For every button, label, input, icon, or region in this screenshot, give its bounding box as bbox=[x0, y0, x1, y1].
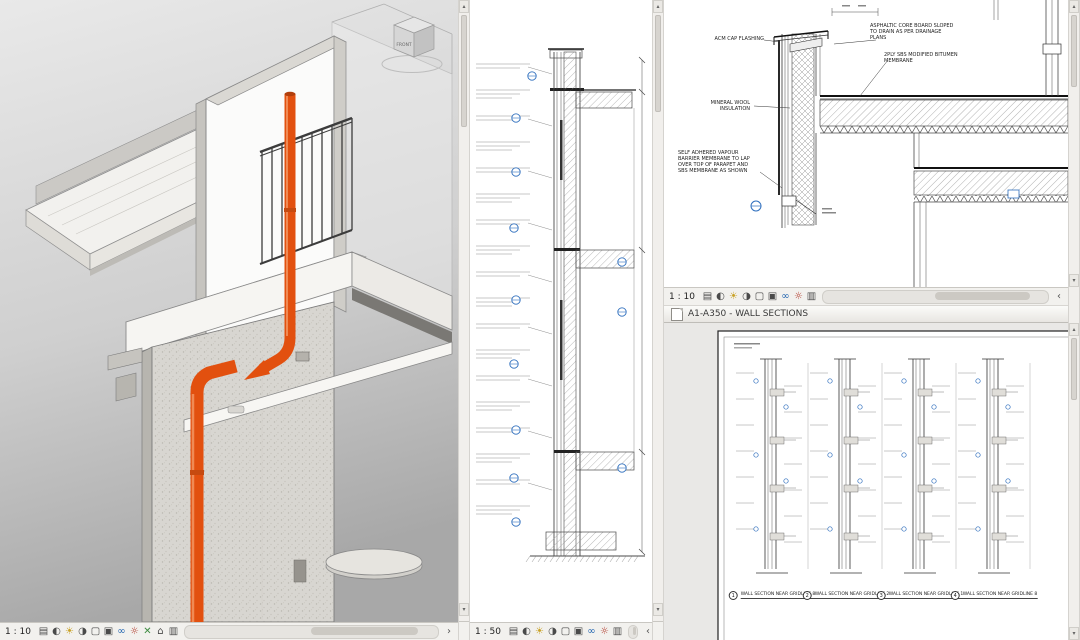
detail-number-tag: 4 bbox=[951, 591, 960, 600]
horizontal-scrollbar-thumb[interactable] bbox=[633, 627, 636, 635]
scrollbar-thumb[interactable] bbox=[655, 15, 661, 112]
vertical-scrollbar-3[interactable]: ▴ ▾ ▴ ▾ bbox=[1068, 0, 1080, 640]
temporary-hide-icon[interactable]: ∞ bbox=[585, 624, 598, 640]
scrollbar-thumb[interactable] bbox=[1071, 338, 1077, 400]
temporary-hide-icon[interactable]: ∞ bbox=[779, 289, 792, 305]
horizontal-scrollbar[interactable] bbox=[628, 625, 638, 639]
sheet-tab-title[interactable]: A1-A350 - WALL SECTIONS bbox=[688, 309, 808, 319]
crop-region-icon[interactable]: ▣ bbox=[572, 624, 585, 640]
detail-level-icon[interactable]: ▤ bbox=[37, 624, 50, 640]
sun-path-icon[interactable]: ☀ bbox=[63, 624, 76, 640]
3d-view-panel[interactable]: FRONT 1 : 10 ▤◐☀◑▢▣∞☼✕⌂▥ › bbox=[0, 0, 458, 640]
view-control-bar-3d: 1 : 10 ▤◐☀◑▢▣∞☼✕⌂▥ › bbox=[0, 622, 458, 640]
shadows-icon[interactable]: ◑ bbox=[740, 289, 753, 305]
horizontal-scrollbar-thumb[interactable] bbox=[311, 627, 417, 635]
sun-path-icon[interactable]: ☀ bbox=[727, 289, 740, 305]
visual-style-icon[interactable]: ◐ bbox=[714, 289, 727, 305]
detail-number-tag: 2 bbox=[803, 591, 812, 600]
detail-level-icon[interactable]: ▤ bbox=[701, 289, 714, 305]
wall-section-drawing bbox=[470, 0, 652, 622]
detail-level-icon[interactable]: ▤ bbox=[507, 624, 520, 640]
view-properties-icon[interactable]: ▥ bbox=[167, 624, 180, 640]
detail-number-tag: 1 bbox=[729, 591, 738, 600]
sheet-section-label[interactable]: 4WALL SECTION NEAR GRIDLINE 8 bbox=[951, 591, 1038, 600]
revit-workspace: FRONT 1 : 10 ▤◐☀◑▢▣∞☼✕⌂▥ › ▴ ▾ bbox=[0, 0, 1080, 640]
horizontal-scrollbar[interactable] bbox=[822, 290, 1049, 304]
scroll-down-button[interactable]: ▾ bbox=[1069, 274, 1079, 287]
view-control-icons: ▤◐☀◑▢▣∞☼✕⌂▥ bbox=[37, 624, 180, 640]
scrollbar-corner bbox=[459, 621, 469, 640]
detail-annotation-2: ASPHALTIC CORE BOARD SLOPED TO DRAIN AS … bbox=[870, 23, 954, 41]
3d-model-drawing: FRONT bbox=[0, 0, 458, 622]
view-control-icons: ▤◐☀◑▢▣∞☼▥ bbox=[701, 289, 818, 305]
crop-view-icon[interactable]: ▢ bbox=[559, 624, 572, 640]
analytical-model-icon[interactable]: ⌂ bbox=[154, 624, 167, 640]
shadows-icon[interactable]: ◑ bbox=[546, 624, 559, 640]
scrollbar-thumb[interactable] bbox=[461, 15, 467, 127]
scroll-down-button[interactable]: ▾ bbox=[653, 603, 663, 616]
detail-number-tag: 3 bbox=[877, 591, 886, 600]
view-control-bar-section: 1 : 50 ▤◐☀◑▢▣∞☼▥ ‹ bbox=[470, 622, 652, 640]
reveal-hidden-icon[interactable]: ☼ bbox=[128, 624, 141, 640]
view-properties-icon[interactable]: ▥ bbox=[805, 289, 818, 305]
viewcube-front-label: FRONT bbox=[396, 42, 412, 48]
section-title-text: WALL SECTION NEAR GRIDLINE 8 bbox=[963, 592, 1038, 599]
sheet-view-panel[interactable]: 1WALL SECTION NEAR GRIDLINE 82WALL SECTI… bbox=[664, 323, 1068, 640]
scroll-down-button[interactable]: ▾ bbox=[459, 603, 469, 616]
view-properties-icon[interactable]: ▥ bbox=[611, 624, 624, 640]
scroll-up-button[interactable]: ▴ bbox=[1069, 0, 1079, 13]
scrollbar-corner bbox=[653, 621, 663, 640]
crop-view-icon[interactable]: ▢ bbox=[89, 624, 102, 640]
horizontal-scrollbar[interactable] bbox=[184, 625, 439, 639]
view-control-bar-detail: 1 : 10 ▤◐☀◑▢▣∞☼▥ ‹ bbox=[664, 287, 1068, 305]
crop-view-icon[interactable]: ▢ bbox=[753, 289, 766, 305]
sun-path-icon[interactable]: ☀ bbox=[533, 624, 546, 640]
detail-annotation-4: MINERAL WOOL INSULATION bbox=[684, 100, 750, 112]
shadows-icon[interactable]: ◑ bbox=[76, 624, 89, 640]
view-scale[interactable]: 1 : 10 bbox=[5, 627, 31, 637]
visual-style-icon[interactable]: ◐ bbox=[520, 624, 533, 640]
constraints-icon[interactable]: ✕ bbox=[141, 624, 154, 640]
scroll-left-button[interactable]: ‹ bbox=[1053, 291, 1065, 302]
vertical-scrollbar-2[interactable]: ▴ ▾ bbox=[652, 0, 664, 640]
detail-annotation-1: ACM CAP FLASHING bbox=[698, 36, 764, 42]
reveal-hidden-icon[interactable]: ☼ bbox=[598, 624, 611, 640]
crop-region-icon[interactable]: ▣ bbox=[102, 624, 115, 640]
scroll-up-button[interactable]: ▴ bbox=[653, 0, 663, 13]
detail-annotations: ACM CAP FLASHING ASPHALTIC CORE BOARD SLO… bbox=[664, 0, 1068, 287]
view-scale[interactable]: 1 : 10 bbox=[669, 292, 695, 302]
sheet-icon bbox=[671, 308, 683, 321]
detail-view-panel[interactable]: ACM CAP FLASHING ASPHALTIC CORE BOARD SLO… bbox=[664, 0, 1068, 305]
visual-style-icon[interactable]: ◐ bbox=[50, 624, 63, 640]
detail-annotation-5: SELF ADHERED VAPOUR BARRIER MEMBRANE TO … bbox=[678, 150, 758, 174]
scrollbar-thumb[interactable] bbox=[1071, 15, 1077, 87]
section-view-panel[interactable]: 1 : 50 ▤◐☀◑▢▣∞☼▥ ‹ bbox=[470, 0, 652, 640]
scroll-up-button[interactable]: ▴ bbox=[459, 0, 469, 13]
sheet-tab[interactable]: A1-A350 - WALL SECTIONS bbox=[664, 305, 1068, 323]
view-scale[interactable]: 1 : 50 bbox=[475, 627, 501, 637]
horizontal-scrollbar-thumb[interactable] bbox=[935, 292, 1030, 300]
scroll-right-button[interactable]: › bbox=[443, 626, 455, 637]
scroll-left-button[interactable]: ‹ bbox=[642, 626, 652, 637]
scroll-up-button[interactable]: ▴ bbox=[1069, 323, 1079, 336]
detail-annotation-3: 2PLY SBS MODIFIED BITUMEN MEMBRANE bbox=[884, 52, 960, 64]
reveal-hidden-icon[interactable]: ☼ bbox=[792, 289, 805, 305]
scroll-down-button[interactable]: ▾ bbox=[1069, 627, 1079, 640]
temporary-hide-icon[interactable]: ∞ bbox=[115, 624, 128, 640]
sheet-section-labels: 1WALL SECTION NEAR GRIDLINE 82WALL SECTI… bbox=[664, 323, 1068, 640]
crop-region-icon[interactable]: ▣ bbox=[766, 289, 779, 305]
vertical-scrollbar-1[interactable]: ▴ ▾ bbox=[458, 0, 470, 640]
view-control-icons: ▤◐☀◑▢▣∞☼▥ bbox=[507, 624, 624, 640]
